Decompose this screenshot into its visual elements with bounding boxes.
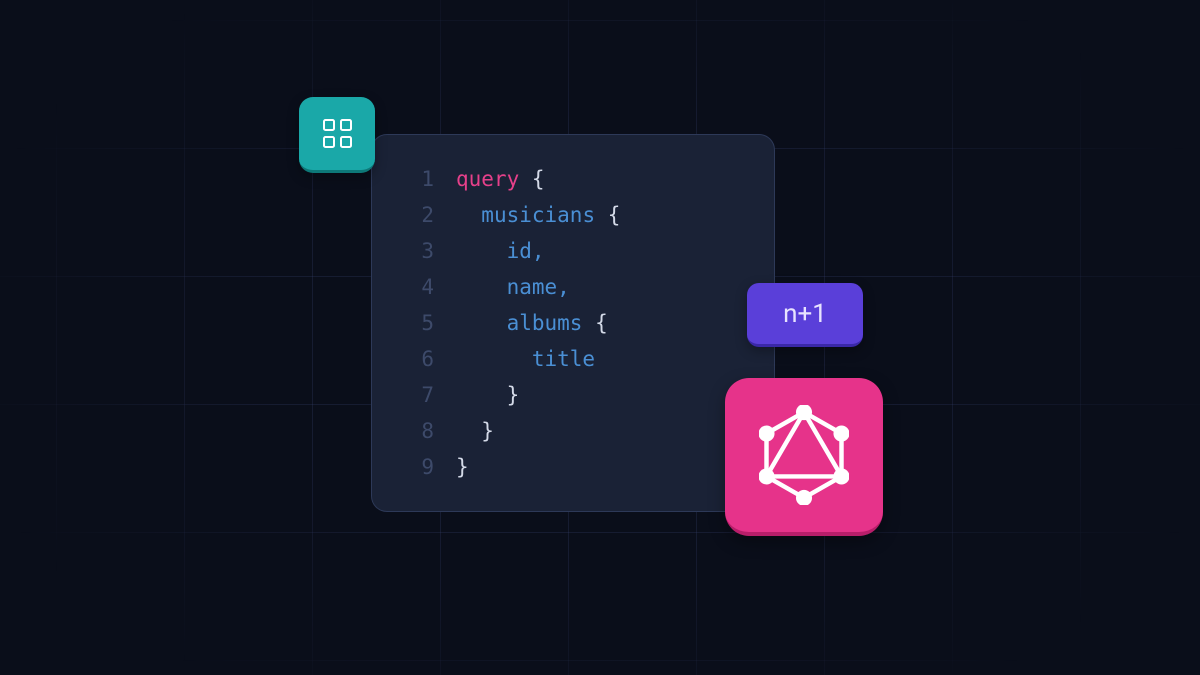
code-line: 5 albums {: [400, 305, 746, 341]
code-token-field: musicians: [481, 197, 595, 233]
code-line: 1 query {: [400, 161, 746, 197]
code-token-space: [456, 305, 507, 341]
code-line: 9}: [400, 449, 746, 485]
code-token-brace: {: [595, 197, 620, 233]
dashboard-tile: [299, 97, 375, 173]
line-number: 4: [400, 269, 434, 305]
code-token-space: [456, 377, 507, 413]
code-token-field: id: [507, 233, 532, 269]
code-line: 2 musicians {: [400, 197, 746, 233]
code-line: 8 }: [400, 413, 746, 449]
code-token-field: name: [507, 269, 558, 305]
line-number: 6: [400, 341, 434, 377]
code-token-field: albums: [507, 305, 583, 341]
code-token-space: [456, 413, 481, 449]
code-line: 6 title: [400, 341, 746, 377]
graphql-icon: [759, 405, 849, 505]
line-number: 7: [400, 377, 434, 413]
code-token-brace: }: [507, 377, 520, 413]
line-number: 3: [400, 233, 434, 269]
code-token-space: [456, 233, 507, 269]
code-line: 7 }: [400, 377, 746, 413]
code-token-space: [456, 341, 532, 377]
line-number: 9: [400, 449, 434, 485]
code-token-field: title: [532, 341, 595, 377]
code-token-space: [456, 197, 481, 233]
dashboard-icon: [323, 119, 352, 148]
code-token-kw: query: [456, 161, 519, 197]
line-number: 5: [400, 305, 434, 341]
graphql-tile: [725, 378, 883, 536]
code-token-brace: }: [481, 413, 494, 449]
code-token-brace: {: [582, 305, 607, 341]
n-plus-1-badge: n+1: [747, 283, 863, 347]
code-token-brace: }: [456, 449, 469, 485]
code-token-space: [456, 269, 507, 305]
line-number: 2: [400, 197, 434, 233]
code-line: 3 id,: [400, 233, 746, 269]
line-number: 1: [400, 161, 434, 197]
code-token-comma: ,: [532, 233, 545, 269]
code-token-comma: ,: [557, 269, 570, 305]
n-plus-1-label: n+1: [783, 299, 827, 329]
code-block-card: 1query {2 musicians {3 id,4 name,5 album…: [371, 134, 775, 512]
line-number: 8: [400, 413, 434, 449]
code-token-brace: {: [519, 161, 544, 197]
code-line: 4 name,: [400, 269, 746, 305]
